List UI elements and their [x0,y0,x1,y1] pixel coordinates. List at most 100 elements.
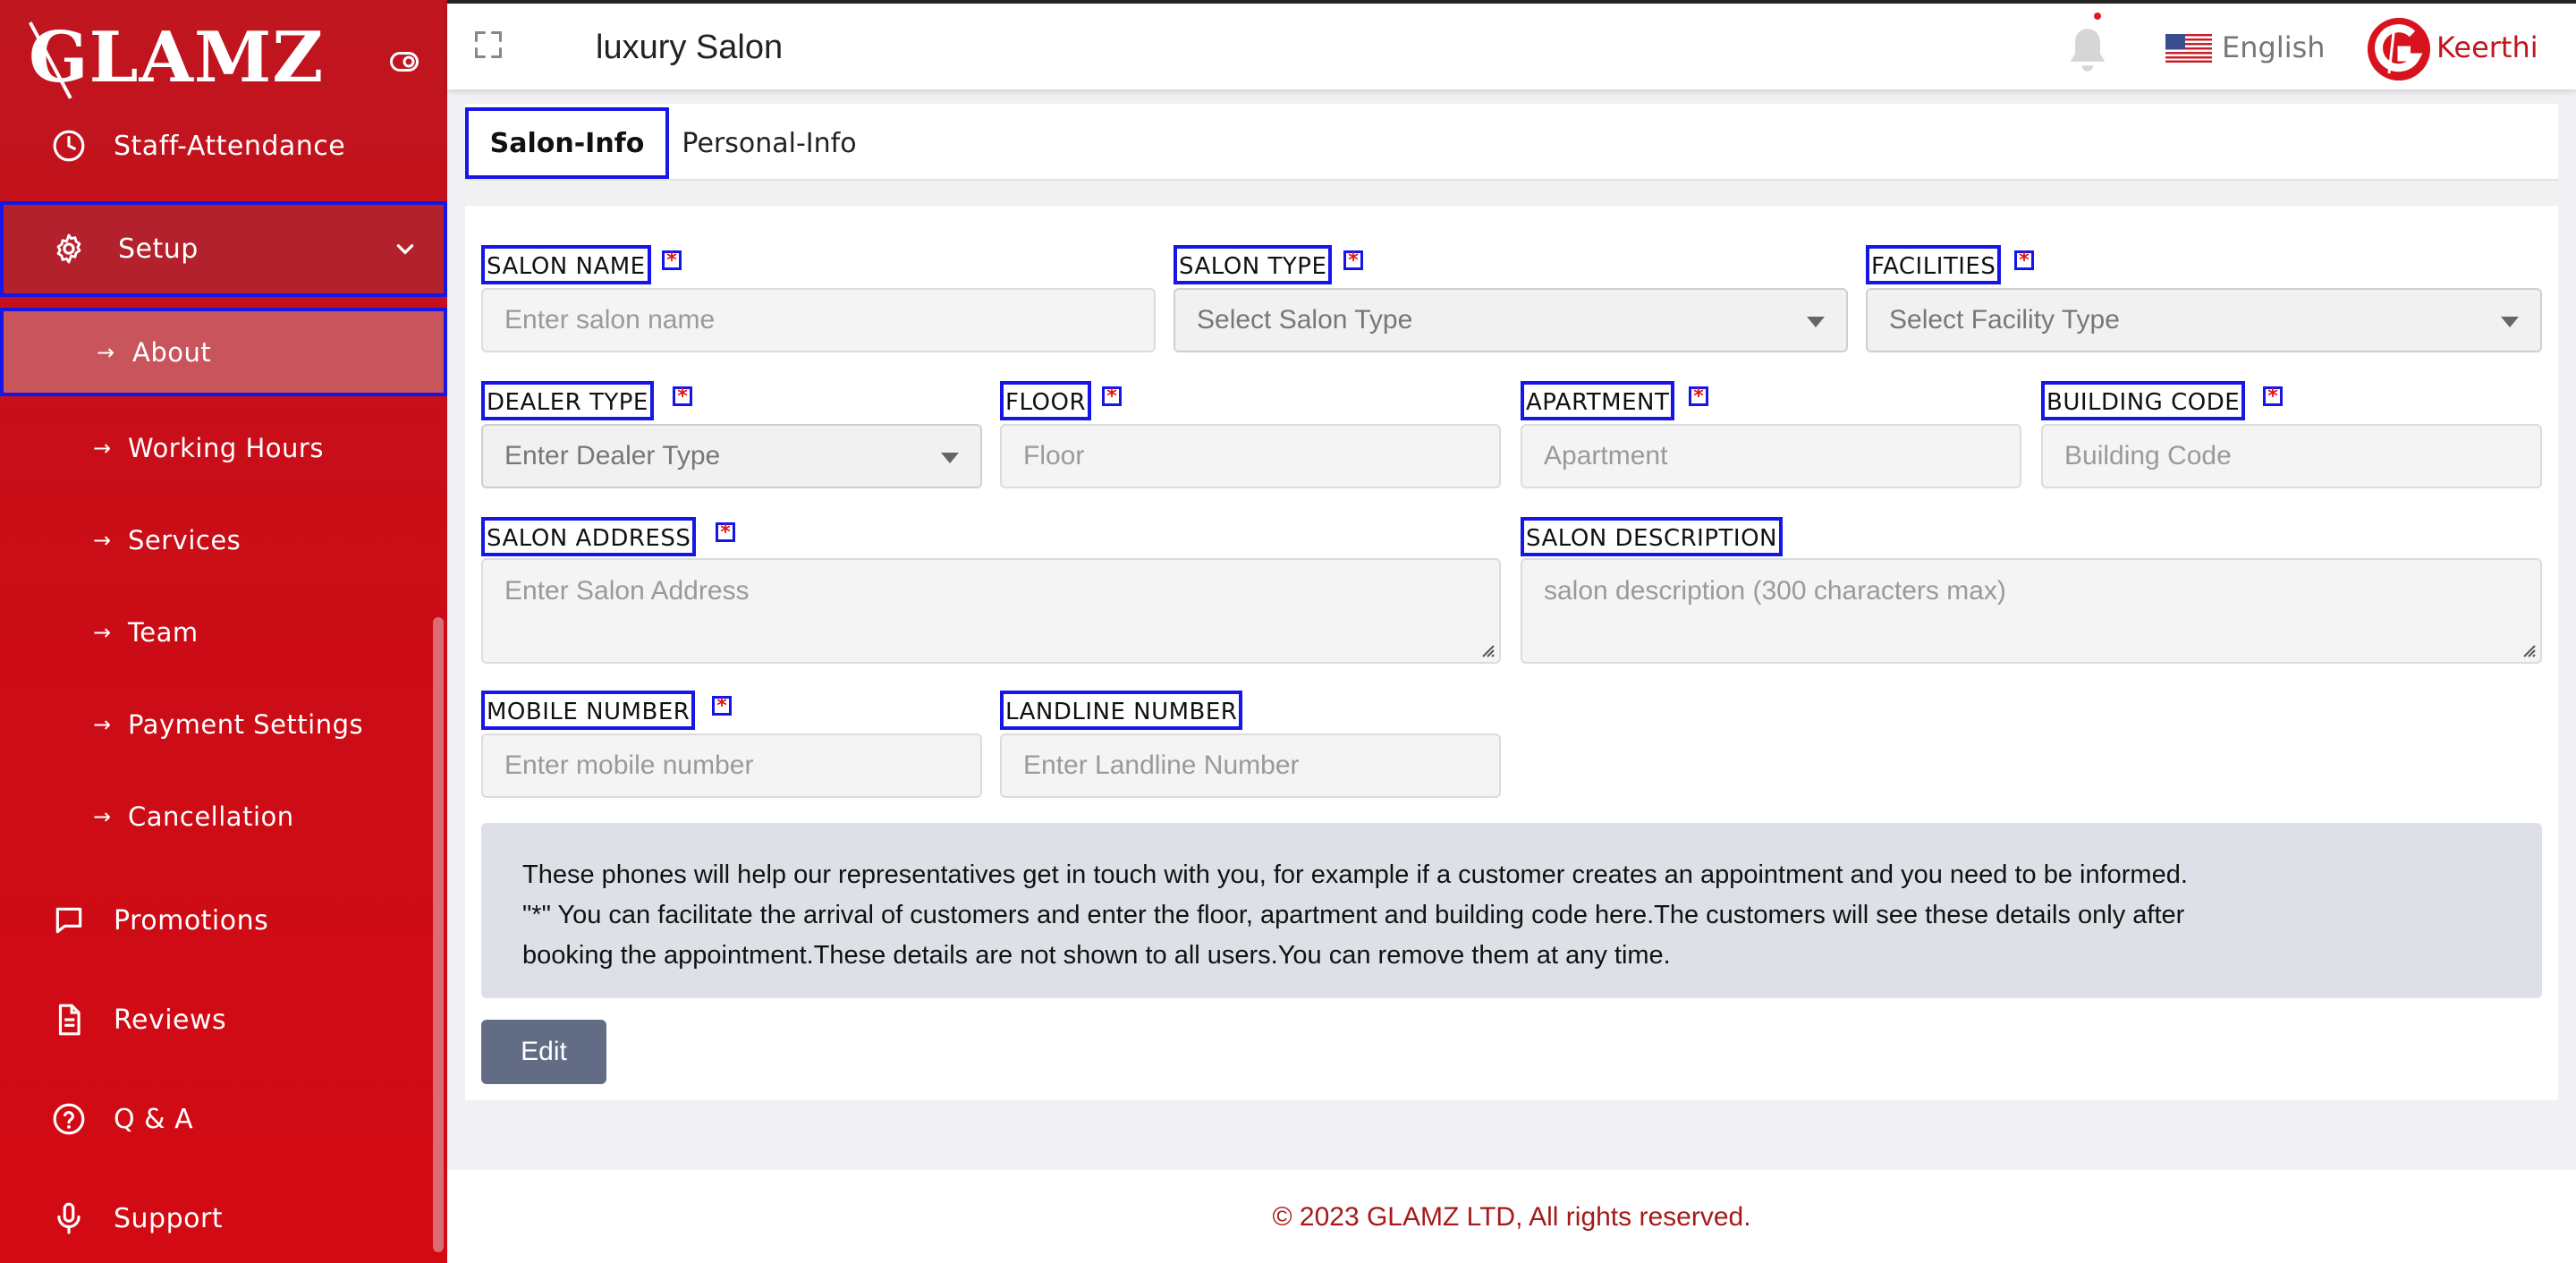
resize-grip-icon[interactable] [2517,639,2537,658]
sidebar-item-label: Staff-Attendance [114,130,346,162]
sidebar-item-setup[interactable]: Setup [0,201,447,297]
sidebar-item-label: Promotions [114,904,269,937]
sidebar-subitem-payment-settings[interactable]: → Payment Settings [0,689,447,760]
caret-down-icon [941,453,959,463]
sidebar-subitem-services[interactable]: → Services [0,504,447,576]
dealer-type-label: DEALER TYPE [481,381,654,420]
logo-text: GLAMZ [29,17,325,98]
building-code-input[interactable]: Building Code [2041,424,2542,488]
document-icon [58,1004,80,1036]
landline-number-label: LANDLINE NUMBER [1000,691,1243,730]
salon-address-label: SALON ADDRESS [481,517,697,556]
info-line: "*" You can facilitate the arrival of cu… [522,901,2185,929]
sidebar-subitem-label: Working Hours [128,433,324,463]
salon-description-placeholder: salon description (300 characters max) [1544,576,2006,606]
edit-button[interactable]: Edit [481,1020,606,1084]
facilities-label: FACILITIES [1866,245,2002,284]
salon-info-form: SALON NAME * Enter salon name SALON TYPE… [465,206,2558,1100]
apartment-input[interactable]: Apartment [1521,424,2021,488]
sidebar-subitem-label: Services [128,525,242,555]
required-marker: * [1343,250,1363,271]
salon-address-placeholder: Enter Salon Address [504,576,750,606]
sidebar-subitem-label: Cancellation [128,801,294,832]
required-marker: * [662,250,682,271]
required-marker: * [673,386,692,407]
required-marker: * [1102,386,1122,407]
footer: © 2023 GLAMZ LTD, All rights reserved. [447,1170,2576,1263]
sidebar-item-promotions[interactable]: Promotions [0,891,447,950]
page-title: luxury Salon [596,29,784,66]
microphone-icon [57,1202,80,1234]
salon-address-textarea[interactable]: Enter Salon Address [481,558,1501,664]
sidebar-subitem-label: Team [128,617,199,648]
floor-input[interactable]: Floor [1000,424,1501,488]
caret-down-icon [1807,317,1825,327]
sidebar-toggle-icon[interactable] [390,52,419,72]
mobile-number-label: MOBILE NUMBER [481,691,696,730]
info-notice: These phones will help our representativ… [481,823,2542,998]
us-flag-icon[interactable] [2165,34,2212,63]
tab-personal-info[interactable]: Personal-Info [680,107,859,179]
clock-icon [53,130,85,162]
required-marker: * [712,696,732,716]
salon-name-input[interactable]: Enter salon name [481,288,1156,352]
sidebar-item-label: Q & A [114,1103,194,1135]
caret-down-icon [2501,317,2519,327]
avatar[interactable] [2368,18,2430,81]
arrow-right-icon: → [93,436,112,461]
salon-description-textarea[interactable]: salon description (300 characters max) [1521,558,2542,664]
salon-type-select-value: Select Salon Type [1197,305,1413,335]
required-marker: * [1689,386,1708,407]
sidebar-subitem-label: Payment Settings [128,709,364,740]
building-code-label: BUILDING CODE [2041,381,2246,420]
sidebar-item-label: Setup [118,233,199,265]
fullscreen-icon[interactable] [472,29,504,61]
required-marker: * [2263,386,2283,407]
apartment-label: APARTMENT [1521,381,1675,420]
required-marker: * [2014,250,2034,271]
arrow-right-icon: → [93,804,112,829]
dealer-type-select[interactable]: Enter Dealer Type [481,424,982,488]
salon-type-label: SALON TYPE [1174,245,1333,284]
arrow-right-icon: → [93,712,112,737]
facilities-select[interactable]: Select Facility Type [1866,288,2542,352]
salon-type-select[interactable]: Select Salon Type [1174,288,1848,352]
tab-bar: Salon-Info Personal-Info [465,104,2558,181]
copyright-text: © 2023 GLAMZ LTD, All rights reserved. [1272,1202,1751,1232]
language-selector[interactable]: English [2222,30,2326,64]
facilities-select-value: Select Facility Type [1889,305,2120,335]
sidebar-item-support[interactable]: Support [0,1189,447,1248]
user-name[interactable]: Keerthi [2436,30,2538,64]
glamz-logo[interactable]: GLAMZ [25,20,323,99]
mobile-number-input[interactable]: Enter mobile number [481,733,982,798]
arrow-right-icon: → [93,620,112,645]
sidebar-item-label: Reviews [114,1004,227,1036]
resize-grip-icon[interactable] [1476,639,1496,658]
arrow-right-icon: → [97,339,115,365]
sidebar-item-staff-attendance[interactable]: Staff-Attendance [0,116,447,175]
salon-name-label: SALON NAME [481,245,651,284]
sidebar-scrollbar[interactable] [433,617,444,1252]
info-line: booking the appointment.These details ar… [522,941,1671,970]
notification-dot [2094,13,2101,20]
bell-icon[interactable] [2064,25,2111,75]
sidebar-subitem-working-hours[interactable]: → Working Hours [0,412,447,484]
tab-salon-info[interactable]: Salon-Info [465,107,669,179]
floor-label: FLOOR [1000,381,1092,420]
question-icon [53,1103,85,1135]
required-marker: * [716,522,735,543]
sidebar-subitem-label: About [132,336,212,368]
landline-number-input[interactable]: Enter Landline Number [1000,733,1501,798]
sidebar-item-q-and-a[interactable]: Q & A [0,1089,447,1149]
arrow-right-icon: → [93,528,112,553]
sidebar-item-label: Support [114,1202,224,1234]
sidebar: GLAMZ Staff-Attendance Setup → About → W… [0,0,447,1263]
sidebar-subitem-cancellation[interactable]: → Cancellation [0,781,447,852]
sidebar-subitem-about[interactable]: → About [0,308,447,396]
sidebar-subitem-team[interactable]: → Team [0,597,447,668]
chevron-down-icon [396,244,414,255]
gear-icon [56,233,81,264]
sidebar-item-reviews[interactable]: Reviews [0,990,447,1049]
salon-description-label: SALON DESCRIPTION [1521,517,1783,556]
chat-icon [55,907,82,934]
